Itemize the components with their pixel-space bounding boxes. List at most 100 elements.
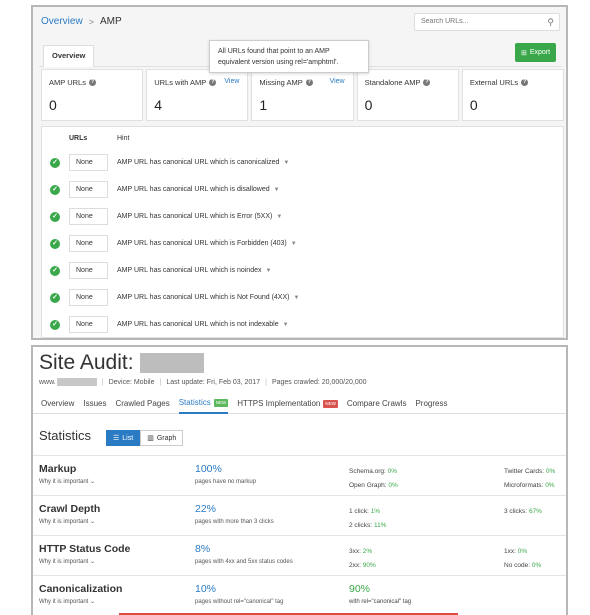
hint-text[interactable]: AMP URL has canonical URL which is disal… xyxy=(117,186,280,193)
tab-overview[interactable]: Overview xyxy=(41,393,74,414)
graph-view-button[interactable]: ▥ Graph xyxy=(140,430,184,446)
help-icon[interactable]: ? xyxy=(305,79,313,86)
card-label: URLs with AMP xyxy=(154,78,207,87)
stat-row-markup: Markup Why it is important ⌄ 100% pages … xyxy=(33,455,566,495)
view-link[interactable]: View xyxy=(224,78,239,85)
search-input[interactable] xyxy=(421,18,541,25)
chevron-down-icon[interactable]: ▼ xyxy=(283,322,289,328)
one-click-stat: 1 click: 1% xyxy=(349,508,381,515)
tab-issues[interactable]: Issues xyxy=(83,393,106,414)
tab-statistics[interactable]: Statistics NEW xyxy=(178,393,229,414)
tab-overview[interactable]: Overview xyxy=(43,45,95,67)
with-canonical-subtext: with rel="canonical" tag xyxy=(349,599,412,605)
no-code-stat: No code: 0% xyxy=(504,562,542,569)
chevron-down-icon[interactable]: ▼ xyxy=(265,268,271,274)
chevron-down-icon[interactable]: ▼ xyxy=(293,295,299,301)
export-button[interactable]: ⊞ Export xyxy=(515,43,556,62)
urls-count-field[interactable]: None xyxy=(69,262,108,279)
hint-text[interactable]: AMP URL has canonical URL which is not i… xyxy=(117,321,289,328)
status-2xx-stat: 2xx: 90% xyxy=(349,562,376,569)
stat-percent[interactable]: 10% xyxy=(195,583,216,595)
card-standalone-amp: Standalone AMP? 0 xyxy=(356,69,459,121)
chevron-down-icon: ⌄ xyxy=(90,519,96,525)
with-canonical-percent[interactable]: 90% xyxy=(349,583,370,595)
column-header-hint: Hint xyxy=(117,135,130,142)
amp-report-panel: Overview > AMP ⚲ Overview All URLs found… xyxy=(31,5,568,340)
hint-text[interactable]: AMP URL has canonical URL which is Forbi… xyxy=(117,240,297,247)
hint-text[interactable]: AMP URL has canonical URL which is noind… xyxy=(117,267,271,274)
device-text: Device: Mobile xyxy=(108,378,155,386)
table-header: URLs Hint xyxy=(42,127,563,149)
urls-count-field[interactable]: None xyxy=(69,208,108,225)
urls-count-field[interactable]: None xyxy=(69,154,108,171)
help-icon[interactable]: ? xyxy=(423,79,431,86)
table-row: ✓ None AMP URL has canonical URL which i… xyxy=(42,203,563,230)
table-row: ✓ None AMP URL has canonical URL which i… xyxy=(42,257,563,284)
search-icon[interactable]: ⚲ xyxy=(547,17,554,28)
urls-count-field[interactable]: None xyxy=(69,316,108,333)
help-icon[interactable]: ? xyxy=(521,79,529,86)
why-important-toggle[interactable]: Why it is important ⌄ xyxy=(39,478,95,485)
stat-percent[interactable]: 22% xyxy=(195,503,216,515)
why-important-toggle[interactable]: Why it is important ⌄ xyxy=(39,598,95,605)
card-label: Standalone AMP xyxy=(364,78,421,87)
chevron-down-icon[interactable]: ▼ xyxy=(283,160,289,166)
stat-name: Crawl Depth xyxy=(39,503,101,515)
chevron-down-icon[interactable]: ▼ xyxy=(276,214,282,220)
view-toggle: ☰ List ▥ Graph xyxy=(106,430,184,446)
audit-meta: www. | Device: Mobile | Last update: Fri… xyxy=(39,378,367,386)
card-label: AMP URLs xyxy=(49,78,86,87)
chevron-down-icon[interactable]: ▼ xyxy=(274,187,280,193)
urls-count-field[interactable]: None xyxy=(69,289,108,306)
why-important-toggle[interactable]: Why it is important ⌄ xyxy=(39,558,95,565)
urls-count-field[interactable]: None xyxy=(69,235,108,252)
help-icon[interactable]: ? xyxy=(88,79,96,86)
breadcrumb-overview-link[interactable]: Overview xyxy=(41,16,83,27)
chevron-down-icon[interactable]: ▼ xyxy=(291,241,297,247)
card-external-urls: External URLs? 0 xyxy=(461,69,565,121)
stat-row-http-status: HTTP Status Code Why it is important ⌄ 8… xyxy=(33,535,566,575)
tab-crawled-pages[interactable]: Crawled Pages xyxy=(115,393,169,414)
tab-compare-crawls[interactable]: Compare Crawls xyxy=(347,393,407,414)
breadcrumb: Overview > AMP xyxy=(41,16,122,27)
table-row: ✓ None AMP URL has canonical URL which i… xyxy=(42,311,563,338)
stat-percent[interactable]: 8% xyxy=(195,543,210,555)
page-title: Site Audit: xyxy=(39,351,204,375)
redacted-domain-small xyxy=(56,378,97,386)
stat-subtext: pages with more than 3 clicks xyxy=(195,519,274,525)
card-value: 4 xyxy=(154,97,162,113)
hint-text[interactable]: AMP URL has canonical URL which is canon… xyxy=(117,159,289,166)
card-value: 0 xyxy=(469,97,478,113)
amp-urls-tooltip: All URLs found that point to an AMP equi… xyxy=(209,40,369,73)
view-link[interactable]: View xyxy=(330,78,345,85)
hint-text[interactable]: AMP URL has canonical URL which is Not F… xyxy=(117,294,299,301)
two-clicks-stat: 2 clicks: 11% xyxy=(349,522,387,529)
list-view-button[interactable]: ☰ List xyxy=(106,430,141,446)
column-header-urls[interactable]: URLs xyxy=(69,135,87,142)
bar-chart-icon: ▥ xyxy=(147,435,154,442)
table-row: ✓ None AMP URL has canonical URL which i… xyxy=(42,284,563,311)
tab-progress[interactable]: Progress xyxy=(415,393,447,414)
why-important-toggle[interactable]: Why it is important ⌄ xyxy=(39,518,95,525)
list-icon: ☰ xyxy=(113,435,120,442)
stat-percent[interactable]: 100% xyxy=(195,463,222,475)
help-icon[interactable]: ? xyxy=(209,79,217,86)
urls-count-field[interactable]: None xyxy=(69,181,108,198)
check-icon: ✓ xyxy=(50,158,60,168)
check-icon: ✓ xyxy=(50,293,60,303)
hint-text[interactable]: AMP URL has canonical URL which is Error… xyxy=(117,213,282,220)
stat-name: Canonicalization xyxy=(39,583,123,595)
open-graph-stat: Open Graph: 0% xyxy=(349,482,398,489)
three-clicks-stat: 3 clicks: 67% xyxy=(504,508,542,515)
export-icon: ⊞ xyxy=(520,49,527,57)
card-amp-urls: AMP URLs? 0 xyxy=(41,69,144,121)
tab-https-implementation[interactable]: HTTPS Implementation NEW xyxy=(237,393,338,414)
card-label: External URLs xyxy=(469,78,519,87)
search-box: ⚲ xyxy=(414,13,560,31)
stat-row-crawl-depth: Crawl Depth Why it is important ⌄ 22% pa… xyxy=(33,495,566,535)
check-icon: ✓ xyxy=(50,320,60,330)
check-icon: ✓ xyxy=(50,185,60,195)
stat-subtext: pages with 4xx and 5xx status codes xyxy=(195,559,293,565)
chevron-down-icon: ⌄ xyxy=(90,599,96,605)
statistics-heading: Statistics xyxy=(39,428,92,443)
